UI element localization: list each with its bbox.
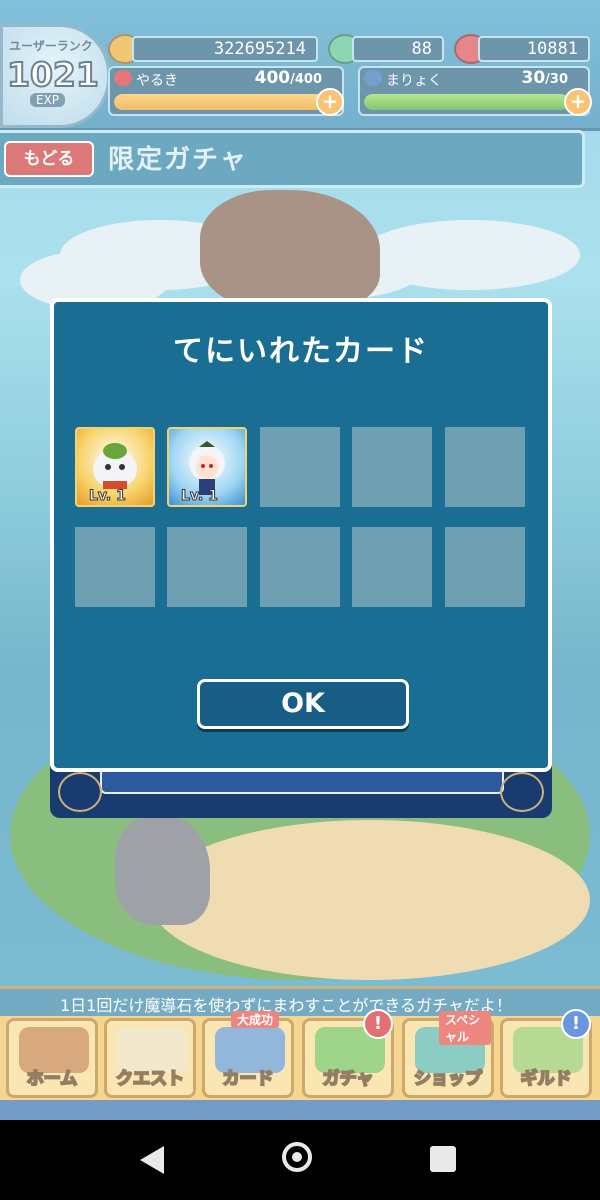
ornament-icon	[58, 772, 102, 812]
dialog-title: てにいれたカード	[173, 334, 429, 369]
card-slot-1[interactable]: Lv. 1	[75, 427, 155, 507]
android-nav-bar	[0, 1120, 600, 1200]
obtained-cards-dialog: てにいれたカード Lv. 1 Lv. 1 OK	[50, 298, 552, 772]
card-level: Lv. 1	[181, 488, 219, 505]
empty-card-slot	[445, 427, 525, 507]
recent-apps-square-icon[interactable]	[430, 1146, 456, 1172]
home-circle-icon[interactable]	[282, 1142, 312, 1172]
empty-card-slot	[260, 527, 340, 607]
card-level: Lv. 1	[89, 488, 127, 505]
empty-card-slot	[75, 527, 155, 607]
empty-card-slot	[352, 427, 432, 507]
empty-card-slot	[352, 527, 432, 607]
ornament-icon	[500, 772, 544, 812]
empty-card-slot	[445, 527, 525, 607]
card-slot-2[interactable]: Lv. 1	[167, 427, 247, 507]
empty-card-slot	[167, 527, 247, 607]
back-triangle-icon[interactable]	[140, 1146, 164, 1174]
empty-card-slot	[260, 427, 340, 507]
ok-button[interactable]: OK	[197, 679, 409, 729]
